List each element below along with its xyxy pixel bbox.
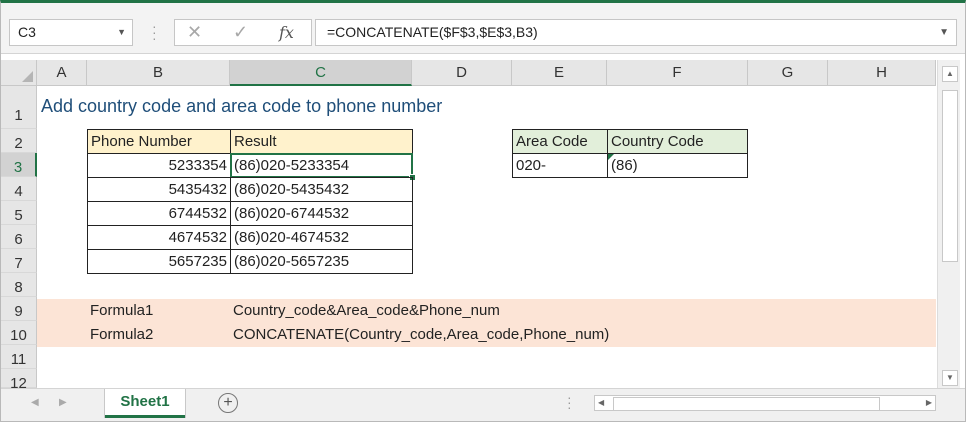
header-phone-number[interactable]: Phone Number	[87, 129, 231, 154]
result-cell[interactable]: (86)020-4674532	[230, 225, 413, 250]
drag-handle-icon[interactable]: · · ·	[152, 19, 157, 45]
row-header-1[interactable]: 1	[1, 86, 37, 129]
phone-cell[interactable]: 5657235	[87, 249, 231, 274]
cancel-icon[interactable]: ✕	[187, 22, 202, 43]
row-header-12[interactable]: 12	[1, 369, 37, 392]
row-header-7[interactable]: 7	[1, 249, 37, 273]
scroll-down-icon[interactable]: ▼	[942, 370, 958, 386]
chevron-down-icon[interactable]: ▼	[117, 20, 126, 45]
header-country-code[interactable]: Country Code	[607, 129, 748, 154]
drag-handle-icon[interactable]: · · ·	[567, 390, 572, 414]
name-box[interactable]: C3 ▼	[9, 19, 133, 46]
formula-controls: ✕ ✓ fx	[174, 19, 312, 46]
sheet-tab-bar: ◀ ▶ Sheet1 + · · · ◀ ▶	[1, 388, 965, 421]
result-cell-selected[interactable]: (86)020-5233354	[230, 153, 413, 178]
row-header-11[interactable]: 11	[1, 345, 37, 369]
formula2-text[interactable]: CONCATENATE(Country_code,Area_code,Phone…	[230, 323, 612, 347]
row-header-3[interactable]: 3	[1, 153, 37, 177]
select-all-button[interactable]	[1, 60, 37, 86]
phone-cell[interactable]: 4674532	[87, 225, 231, 250]
phone-cell[interactable]: 5435432	[87, 177, 231, 202]
scroll-right-icon[interactable]: ▶	[926, 396, 932, 410]
column-header-d[interactable]: D	[412, 60, 512, 86]
vertical-scroll-thumb[interactable]	[942, 90, 958, 262]
formula1-label[interactable]: Formula1	[87, 299, 156, 323]
excel-window: C3 ▼ · · · ✕ ✓ fx =CONCATENATE($F$3,$E$3,B…	[0, 0, 966, 422]
sheet-tab-sheet1[interactable]: Sheet1	[105, 389, 185, 418]
column-header-g[interactable]: G	[748, 60, 828, 86]
row-header-4[interactable]: 4	[1, 177, 37, 201]
formula2-label[interactable]: Formula2	[87, 323, 156, 347]
column-header-a[interactable]: A	[37, 60, 87, 86]
formula-input[interactable]: =CONCATENATE($F$3,$E$3,B3) ▼	[315, 19, 957, 46]
result-cell[interactable]: (86)020-5657235	[230, 249, 413, 274]
formula-bar: C3 ▼ · · · ✕ ✓ fx =CONCATENATE($F$3,$E$3,B…	[1, 3, 965, 54]
header-result[interactable]: Result	[230, 129, 413, 154]
sheet-title[interactable]: Add country code and area code to phone …	[41, 96, 442, 117]
formula1-text[interactable]: Country_code&Area_code&Phone_num	[230, 299, 503, 323]
column-header-c[interactable]: C	[230, 60, 412, 86]
expand-formula-bar-icon[interactable]: ▼	[939, 20, 949, 45]
phone-cell[interactable]: 6744532	[87, 201, 231, 226]
column-header-h[interactable]: H	[828, 60, 936, 86]
result-cell[interactable]: (86)020-6744532	[230, 201, 413, 226]
error-indicator-icon[interactable]	[608, 154, 614, 160]
row-header-5[interactable]: 5	[1, 201, 37, 225]
horizontal-scroll-thumb[interactable]	[613, 397, 880, 411]
scroll-up-icon[interactable]: ▲	[942, 66, 958, 82]
area-code-value[interactable]: 020-	[512, 153, 608, 178]
country-code-value[interactable]: (86)	[607, 153, 748, 178]
row-header-10[interactable]: 10	[1, 321, 37, 345]
header-area-code[interactable]: Area Code	[512, 129, 608, 154]
row-header-8[interactable]: 8	[1, 273, 37, 297]
horizontal-scrollbar[interactable]: ◀ ▶	[594, 395, 936, 411]
insert-function-icon[interactable]: fx	[279, 23, 294, 42]
formula-text: =CONCATENATE($F$3,$E$3,B3)	[327, 24, 538, 40]
column-header-f[interactable]: F	[607, 60, 748, 86]
vertical-scrollbar[interactable]: ▲ ▼	[937, 60, 960, 388]
row-header-9[interactable]: 9	[1, 297, 37, 321]
next-sheet-icon[interactable]: ▶	[59, 397, 67, 408]
scroll-left-icon[interactable]: ◀	[598, 396, 604, 410]
prev-sheet-icon[interactable]: ◀	[31, 397, 39, 408]
row-header-2[interactable]: 2	[1, 129, 37, 153]
column-header-b[interactable]: B	[87, 60, 230, 86]
enter-icon[interactable]: ✓	[233, 22, 248, 43]
row-header-6[interactable]: 6	[1, 225, 37, 249]
result-cell[interactable]: (86)020-5435432	[230, 177, 413, 202]
add-sheet-button[interactable]: +	[218, 393, 238, 413]
column-header-e[interactable]: E	[512, 60, 607, 86]
phone-cell[interactable]: 5233354	[87, 153, 231, 178]
name-box-value: C3	[18, 24, 36, 40]
